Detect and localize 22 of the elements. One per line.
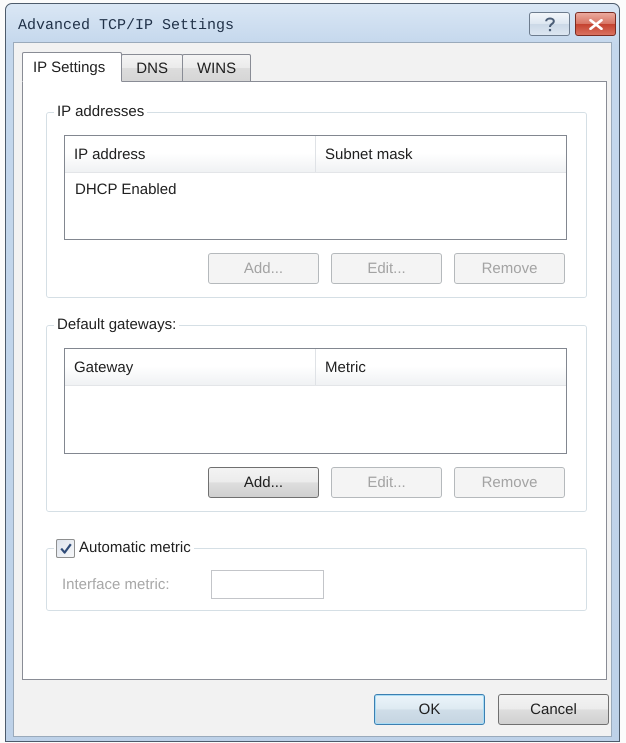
list-view[interactable]: IP address Subnet mask DHCP Enabled <box>64 135 567 240</box>
window-title: Advanced TCP/IP Settings <box>18 17 234 34</box>
close-icon <box>588 18 602 30</box>
field-label: Interface metric: <box>62 576 171 593</box>
list-view[interactable]: Gateway Metric <box>64 348 567 454</box>
tab[interactable]: IP Settings <box>22 52 122 82</box>
add-button[interactable]: Add... <box>208 467 319 498</box>
help-button[interactable] <box>529 12 570 36</box>
tab[interactable]: DNS <box>121 54 183 82</box>
group-label: Default gateways: <box>56 316 178 334</box>
column-header[interactable]: Gateway <box>65 349 316 385</box>
ok-button[interactable]: OK <box>374 694 485 725</box>
checkbox[interactable] <box>56 538 75 558</box>
checkbox-label[interactable]: Automatic metric <box>79 538 191 558</box>
cancel-button[interactable]: Cancel <box>498 694 609 725</box>
group-label: IP addresses <box>56 103 146 121</box>
close-button[interactable] <box>575 12 616 36</box>
list-item[interactable]: DHCP Enabled <box>65 173 315 205</box>
tab[interactable]: WINS <box>182 54 252 82</box>
checkmark-icon <box>60 542 72 554</box>
help-icon <box>544 16 554 32</box>
column-header[interactable]: IP address <box>65 136 316 172</box>
